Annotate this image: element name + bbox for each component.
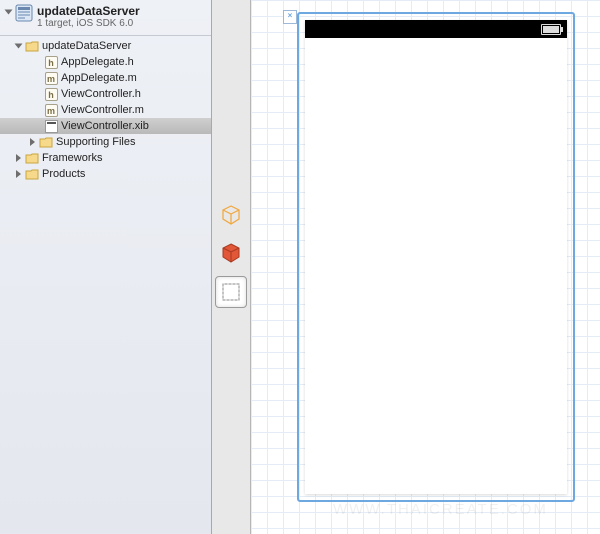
project-name: updateDataServer (37, 4, 140, 18)
dock-first-responder[interactable] (216, 238, 246, 268)
tree-group-supporting-files[interactable]: Supporting Files (0, 134, 211, 150)
view-rect-icon (220, 281, 242, 303)
file-row[interactable]: h ViewController.h (0, 86, 211, 102)
header-file-icon: h (44, 87, 58, 101)
status-bar (305, 20, 567, 38)
disclosure-triangle-icon[interactable] (5, 10, 13, 15)
impl-file-icon: m (44, 71, 58, 85)
tree-group-root[interactable]: updateDataServer (0, 38, 211, 54)
file-name: AppDelegate.h (61, 56, 134, 68)
folder-icon (25, 167, 39, 181)
tree-group-frameworks[interactable]: Frameworks (0, 150, 211, 166)
tree-group-label: updateDataServer (42, 40, 131, 52)
file-name: AppDelegate.m (61, 72, 137, 84)
cube-wire-icon (220, 204, 242, 226)
tree-group-label: Frameworks (42, 152, 103, 164)
tree-group-label: Supporting Files (56, 136, 136, 148)
disclosure-triangle-icon[interactable] (30, 138, 35, 146)
project-header[interactable]: updateDataServer 1 target, iOS SDK 6.0 (0, 0, 211, 36)
file-row[interactable]: m ViewController.m (0, 102, 211, 118)
project-subtitle: 1 target, iOS SDK 6.0 (37, 18, 140, 29)
folder-icon (25, 151, 39, 165)
file-name: ViewController.xib (61, 120, 149, 132)
tree-group-products[interactable]: Products (0, 166, 211, 182)
interface-builder-canvas[interactable]: × WWW.THAICREATE.COM (251, 0, 600, 534)
file-row[interactable]: h AppDelegate.h (0, 54, 211, 70)
disclosure-triangle-icon[interactable] (16, 154, 21, 162)
watermark: WWW.THAICREATE.COM (333, 501, 548, 518)
folder-icon (25, 39, 39, 53)
impl-file-icon: m (44, 103, 58, 117)
xcode-project-icon (15, 4, 33, 22)
dock-view[interactable] (215, 276, 247, 308)
file-tree: updateDataServer h AppDelegate.h m AppDe… (0, 36, 211, 534)
folder-icon (39, 135, 53, 149)
file-row[interactable]: m AppDelegate.m (0, 70, 211, 86)
file-row-selected[interactable]: ViewController.xib (0, 118, 211, 134)
xcode-window: updateDataServer 1 target, iOS SDK 6.0 u… (0, 0, 600, 534)
xib-file-icon (44, 119, 58, 133)
file-name: ViewController.h (61, 88, 141, 100)
header-file-icon: h (44, 55, 58, 69)
disclosure-triangle-icon[interactable] (16, 170, 21, 178)
tree-group-label: Products (42, 168, 85, 180)
interface-builder-dock (212, 0, 251, 534)
project-navigator: updateDataServer 1 target, iOS SDK 6.0 u… (0, 0, 212, 534)
dock-files-owner[interactable] (216, 200, 246, 230)
file-name: ViewController.m (61, 104, 144, 116)
device-view[interactable] (305, 20, 567, 494)
canvas-dismiss-button[interactable]: × (283, 10, 297, 24)
cube-solid-icon (220, 242, 242, 264)
disclosure-triangle-icon[interactable] (15, 44, 23, 49)
battery-icon (541, 24, 561, 35)
